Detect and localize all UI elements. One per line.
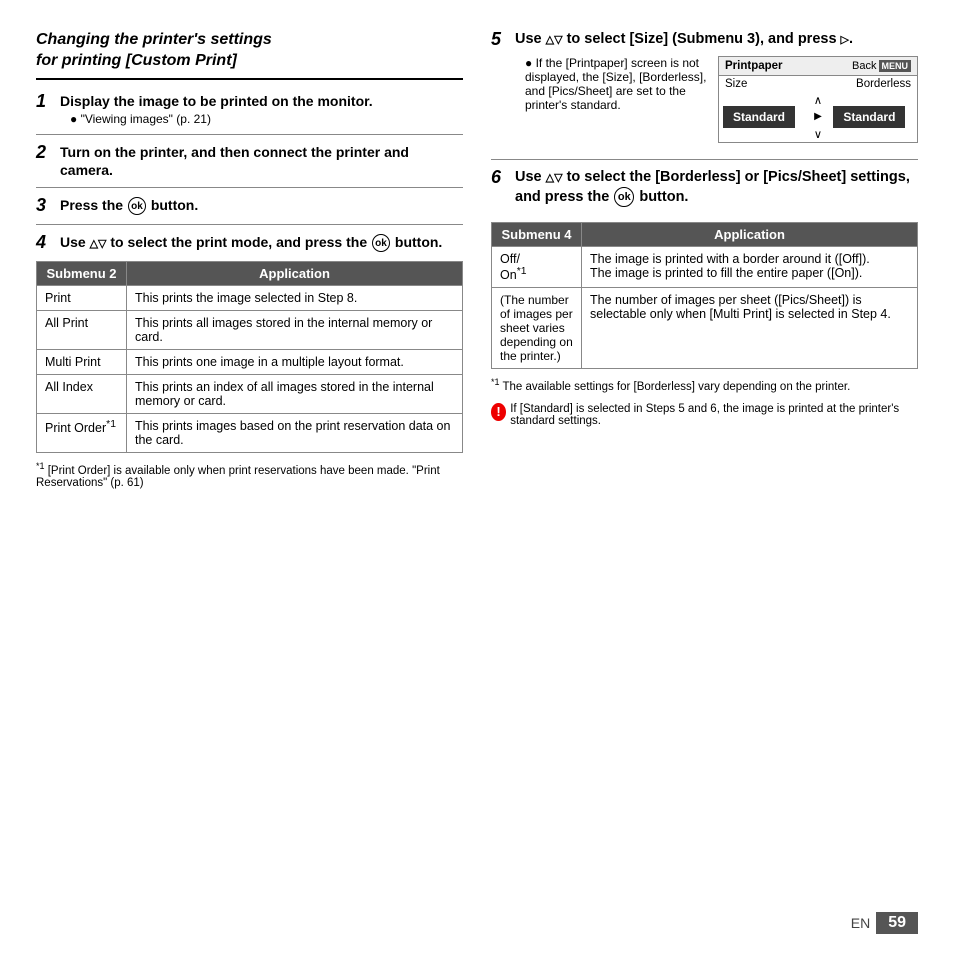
step-1-num: 1: [36, 92, 54, 126]
divider-1: [36, 134, 463, 135]
footnote-left: *1 [Print Order] is available only when …: [36, 461, 463, 489]
pp-col2: Borderless: [856, 78, 911, 90]
cell-submenu: All Print: [37, 310, 127, 349]
footnote-right2-text: If [Standard] is selected in Steps 5 and…: [510, 403, 918, 427]
table-row: All Index This prints an index of all im…: [37, 374, 463, 413]
step-4-heading: Use △▽ to select the print mode, and pre…: [60, 233, 463, 252]
pp-down-arrow: ∨: [719, 126, 917, 142]
step-2-num: 2: [36, 143, 54, 179]
table-row: Print This prints the image selected in …: [37, 285, 463, 310]
table-row: (The number of images per sheet varies d…: [492, 287, 918, 368]
pp-selected-row: Standard ▶ Standard: [719, 108, 917, 126]
cell-application: This prints one image in a multiple layo…: [127, 349, 463, 374]
divider-3: [36, 224, 463, 225]
step-5-heading: Use △▽ to select [Size] (Submenu 3), and…: [515, 30, 918, 50]
cell-submenu: Off/On*1: [492, 246, 582, 287]
step-6-heading: Use △▽ to select the [Borderless] or [Pi…: [515, 168, 918, 208]
footnote-right2: ! If [Standard] is selected in Steps 5 a…: [491, 403, 918, 427]
left-table-header-col1: Submenu 2: [37, 261, 127, 285]
step-5-content: Use △▽ to select [Size] (Submenu 3), and…: [515, 30, 918, 151]
down-arrow-icon: ∨: [814, 127, 822, 141]
pp-menu-btn: MENU: [879, 60, 912, 72]
right-table-header-col1: Submenu 4: [492, 222, 582, 246]
page-footer: EN 59: [36, 912, 918, 934]
step-4: 4 Use △▽ to select the print mode, and p…: [36, 233, 463, 253]
step-3: 3 Press the ok button.: [36, 196, 463, 216]
left-table-header-col2: Application: [127, 261, 463, 285]
title-line1: Changing the printer's settings: [36, 31, 272, 48]
pp-col1: Size: [725, 78, 747, 90]
cell-application: The number of images per sheet ([Pics/Sh…: [582, 287, 918, 368]
step-2-content: Turn on the printer, and then connect th…: [60, 143, 463, 179]
footer-page-number: 59: [876, 912, 918, 934]
section-title: Changing the printer's settings for prin…: [36, 30, 463, 72]
table-row: Off/On*1 The image is printed with a bor…: [492, 246, 918, 287]
right-table-header-col2: Application: [582, 222, 918, 246]
pp-arrow-right-icon: ▶: [814, 111, 822, 122]
up-arrow-icon: ∧: [814, 93, 822, 107]
ok-icon-step3: ok: [128, 197, 146, 215]
ok-icon-step4: ok: [372, 234, 390, 252]
right-column: 5 Use △▽ to select [Size] (Submenu 3), a…: [491, 30, 918, 900]
ok-icon-step6: ok: [614, 187, 634, 207]
pp-standard-right-cell: Standard: [833, 106, 905, 128]
cell-submenu: Print Order*1: [37, 413, 127, 452]
table-row: Print Order*1 This prints images based o…: [37, 413, 463, 452]
pp-back: Back MENU: [852, 60, 911, 72]
step-1-heading: Display the image to be printed on the m…: [60, 92, 463, 110]
step-3-content: Press the ok button.: [60, 196, 463, 216]
step-6: 6 Use △▽ to select the [Borderless] or […: [491, 168, 918, 214]
title-divider: [36, 78, 463, 80]
cell-submenu: (The number of images per sheet varies d…: [492, 287, 582, 368]
step-5: 5 Use △▽ to select [Size] (Submenu 3), a…: [491, 30, 918, 151]
cell-application: This prints all images stored in the int…: [127, 310, 463, 349]
step-3-heading: Press the ok button.: [60, 196, 463, 215]
printpaper-area: Printpaper Back MENU Size Borderless ∧: [515, 56, 918, 151]
info-icon: !: [491, 403, 506, 421]
divider-5: [491, 159, 918, 160]
step-5-num: 5: [491, 30, 509, 151]
title-line2: for printing [Custom Print]: [36, 52, 237, 69]
cell-application: This prints an index of all images store…: [127, 374, 463, 413]
step-2: 2 Turn on the printer, and then connect …: [36, 143, 463, 179]
table-row: All Print This prints all images stored …: [37, 310, 463, 349]
cell-application: This prints the image selected in Step 8…: [127, 285, 463, 310]
step-6-content: Use △▽ to select the [Borderless] or [Pi…: [515, 168, 918, 214]
cell-submenu: Multi Print: [37, 349, 127, 374]
step-3-num: 3: [36, 196, 54, 216]
step-1-content: Display the image to be printed on the m…: [60, 92, 463, 126]
printpaper-screen: Printpaper Back MENU Size Borderless ∧: [718, 56, 918, 143]
footnote-right1: *1 The available settings for [Borderles…: [491, 377, 918, 393]
step-2-heading: Turn on the printer, and then connect th…: [60, 143, 463, 179]
pp-title: Printpaper: [725, 60, 783, 72]
left-column: Changing the printer's settings for prin…: [36, 30, 463, 900]
left-table: Submenu 2 Application Print This prints …: [36, 261, 463, 453]
pp-header: Printpaper Back MENU: [719, 57, 917, 76]
pp-standard-left-cell: Standard: [723, 106, 795, 128]
right-table: Submenu 4 Application Off/On*1 The image…: [491, 222, 918, 369]
footer-lang: EN: [851, 915, 870, 931]
cell-submenu: Print: [37, 285, 127, 310]
step-4-num: 4: [36, 233, 54, 253]
cell-submenu: All Index: [37, 374, 127, 413]
step-6-num: 6: [491, 168, 509, 214]
divider-2: [36, 187, 463, 188]
cell-application: The image is printed with a border aroun…: [582, 246, 918, 287]
page: Changing the printer's settings for prin…: [0, 0, 954, 954]
step-1: 1 Display the image to be printed on the…: [36, 92, 463, 126]
step-4-content: Use △▽ to select the print mode, and pre…: [60, 233, 463, 253]
cell-application: This prints images based on the print re…: [127, 413, 463, 452]
step-1-bullet: "Viewing images" (p. 21): [70, 112, 463, 126]
pp-col-headers: Size Borderless: [719, 76, 917, 92]
table-row: Multi Print This prints one image in a m…: [37, 349, 463, 374]
